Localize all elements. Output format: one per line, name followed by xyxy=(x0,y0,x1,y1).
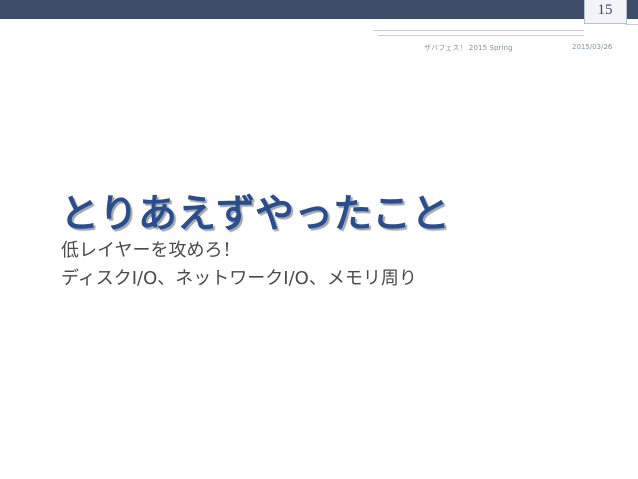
footer-event-name: ザバフェス！ 2015 Spring xyxy=(424,44,513,52)
slide-title: とりあえずやったこと xyxy=(60,192,451,237)
top-bar xyxy=(0,0,638,19)
header-divider-line xyxy=(625,24,638,25)
header-divider-line xyxy=(378,35,584,36)
body-line: 低レイヤーを攻めろ！ xyxy=(61,240,241,261)
header-divider-line xyxy=(373,30,584,31)
page-number: 15 xyxy=(597,2,613,18)
footer-date: 2015/03/26 xyxy=(572,43,613,51)
body-line: ディスクI/O、ネットワークI/O、メモリ周り xyxy=(61,268,417,289)
